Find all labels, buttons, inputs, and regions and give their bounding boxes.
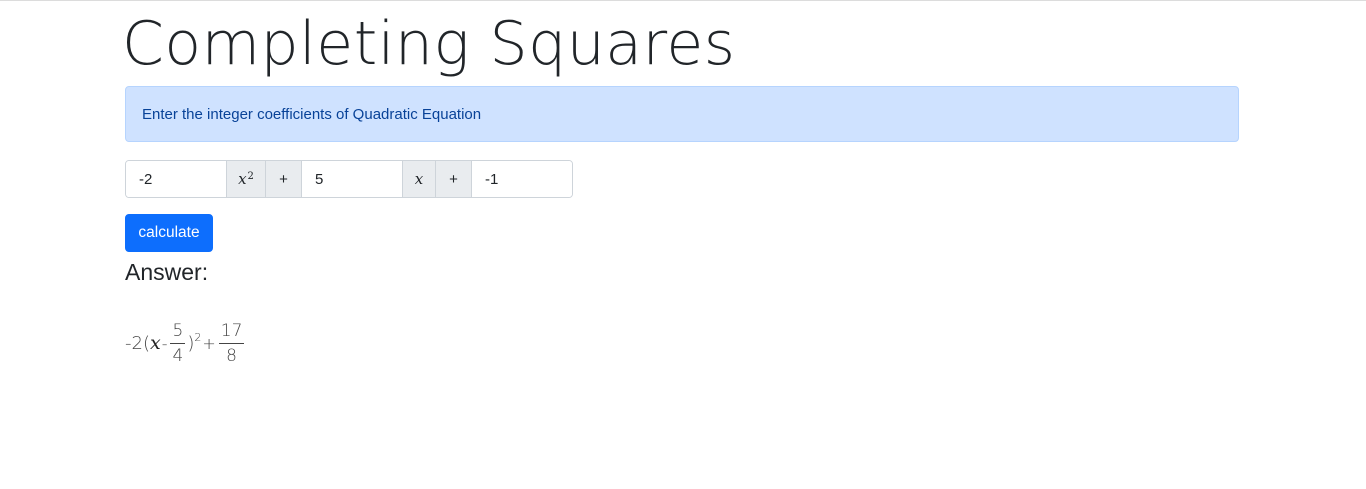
fraction-2-bar — [218, 342, 245, 344]
plus-label-2: + — [436, 161, 472, 197]
answer-exponent: 2 — [194, 330, 202, 344]
quadratic-input-group: x2 + x + — [125, 160, 573, 198]
fraction-1-denominator: 4 — [172, 345, 184, 366]
coef-b-input[interactable] — [302, 161, 402, 197]
answer-minus: - — [161, 333, 168, 353]
x-squared-exponent: 2 — [247, 170, 254, 182]
x-squared-label: x2 — [226, 161, 266, 197]
answer-variable: x — [149, 332, 161, 354]
answer-fraction-2: 17 8 — [218, 320, 245, 366]
instruction-alert: Enter the integer coefficients of Quadra… — [125, 86, 1239, 142]
answer-expression: -2( x - 5 4 ) 2 + 17 8 — [125, 316, 246, 370]
fraction-1-numerator: 5 — [172, 320, 184, 341]
top-divider — [0, 0, 1366, 1]
plus-label-1: + — [266, 161, 302, 197]
coef-a-input[interactable] — [126, 161, 226, 197]
page-title: Completing Squares — [122, 9, 736, 79]
answer-plus: + — [202, 333, 216, 353]
answer-leading: -2( — [125, 332, 150, 354]
answer-fraction-1: 5 4 — [170, 320, 186, 366]
x-squared-var: x — [238, 170, 247, 188]
fraction-2-denominator: 8 — [226, 345, 237, 366]
answer-close-paren: ) — [187, 332, 195, 354]
fraction-2-numerator: 17 — [220, 320, 243, 341]
fraction-1-bar — [170, 342, 186, 344]
coef-c-input[interactable] — [472, 161, 572, 197]
answer-heading: Answer: — [125, 259, 209, 285]
x-label: x — [402, 161, 436, 197]
calculate-button[interactable]: calculate — [125, 214, 213, 252]
